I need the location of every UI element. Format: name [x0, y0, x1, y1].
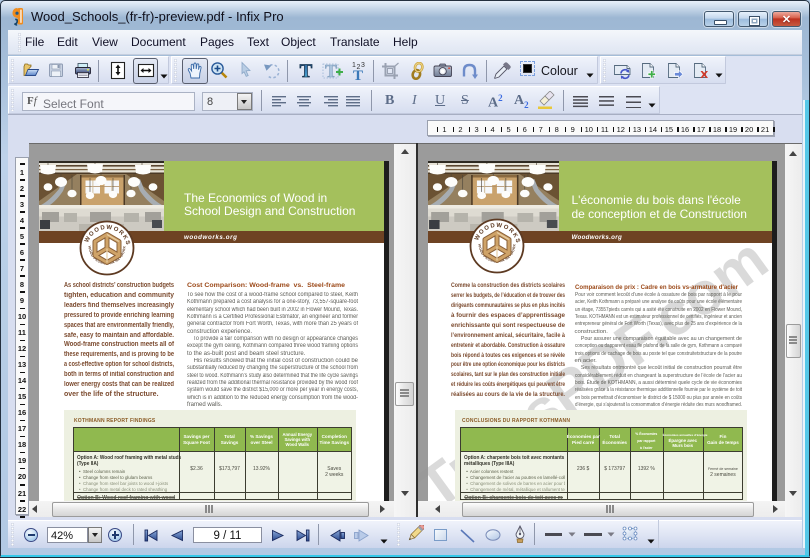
svg-text:T: T: [353, 68, 363, 82]
svg-text:T: T: [300, 61, 313, 81]
